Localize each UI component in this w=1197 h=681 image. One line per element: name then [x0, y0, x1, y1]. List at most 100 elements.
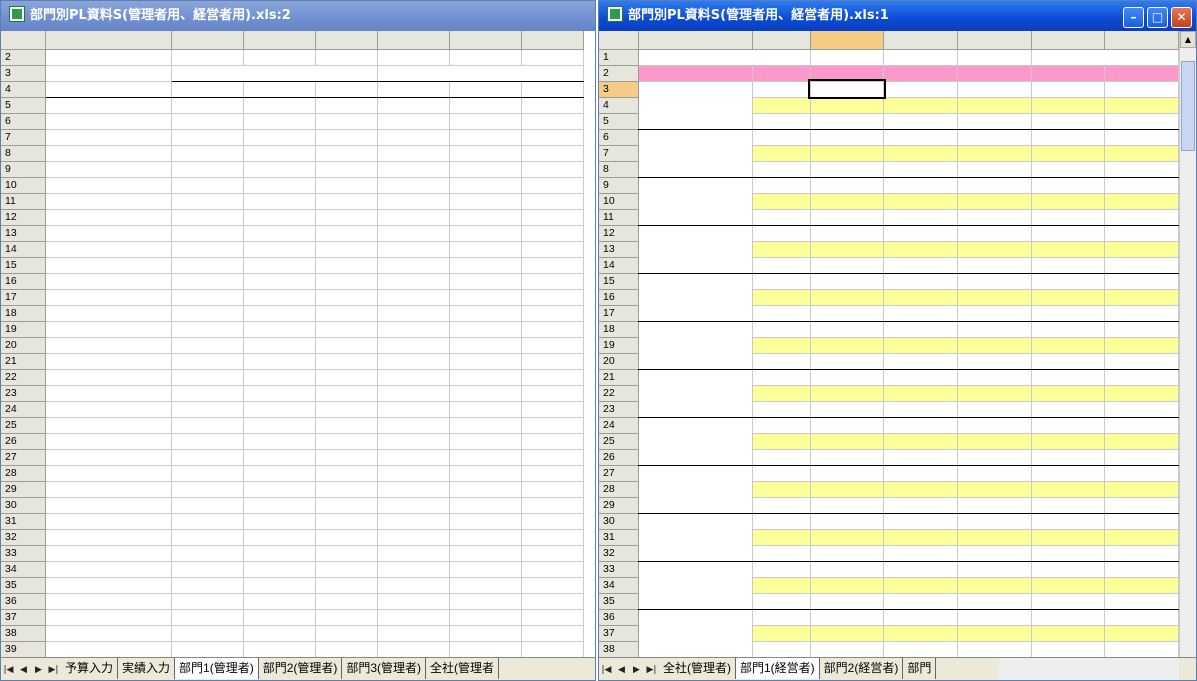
value-cell[interactable]: [315, 257, 378, 274]
metric-label-cell[interactable]: [752, 305, 811, 322]
value-cell[interactable]: [521, 97, 584, 114]
value-cell[interactable]: [1031, 209, 1106, 226]
row-header[interactable]: 13: [1, 225, 46, 242]
value-cell[interactable]: [377, 113, 450, 130]
value-cell[interactable]: [315, 497, 378, 514]
value-cell[interactable]: [957, 193, 1032, 210]
value-cell[interactable]: [957, 337, 1032, 354]
account-label-cell[interactable]: [45, 561, 172, 578]
metric-label-cell[interactable]: [752, 609, 811, 626]
row-header[interactable]: 31: [599, 529, 640, 546]
row-header[interactable]: 7: [599, 145, 640, 162]
value-cell[interactable]: [315, 385, 378, 402]
account-label-cell[interactable]: [45, 529, 172, 546]
value-cell[interactable]: [883, 193, 958, 210]
row-header[interactable]: 18: [599, 321, 640, 338]
value-cell[interactable]: [521, 145, 584, 162]
value-cell[interactable]: [377, 305, 450, 322]
value-cell[interactable]: [810, 625, 885, 642]
value-cell[interactable]: [1031, 465, 1106, 482]
value-cell[interactable]: [243, 209, 316, 226]
value-cell[interactable]: [521, 609, 584, 626]
subheader-cell[interactable]: [171, 81, 244, 98]
column-header[interactable]: [752, 31, 811, 50]
value-cell[interactable]: [243, 273, 316, 290]
row-header[interactable]: 7: [1, 129, 46, 146]
row-header[interactable]: 34: [599, 577, 640, 594]
value-cell[interactable]: [449, 113, 522, 130]
value-cell[interactable]: [1031, 417, 1106, 434]
row-header[interactable]: 33: [599, 561, 640, 578]
account-label-cell[interactable]: [45, 129, 172, 146]
row-header[interactable]: 28: [599, 481, 640, 498]
tab-prev-icon[interactable]: ◀: [16, 660, 31, 680]
value-cell[interactable]: [1031, 177, 1106, 194]
row-header[interactable]: 23: [599, 401, 640, 418]
value-cell[interactable]: [957, 417, 1032, 434]
value-cell[interactable]: [377, 593, 450, 610]
value-cell[interactable]: [1104, 273, 1179, 290]
value-cell[interactable]: [1104, 193, 1179, 210]
value-cell[interactable]: [883, 161, 958, 178]
maximize-button[interactable]: □: [1147, 7, 1168, 28]
value-cell[interactable]: [449, 497, 522, 514]
group-label-cell[interactable]: [638, 465, 753, 514]
value-cell[interactable]: [377, 513, 450, 530]
value-cell[interactable]: [449, 609, 522, 626]
row-header[interactable]: 36: [599, 609, 640, 626]
row-header[interactable]: 18: [1, 305, 46, 322]
value-cell[interactable]: [171, 305, 244, 322]
value-cell[interactable]: [171, 385, 244, 402]
value-cell[interactable]: [449, 353, 522, 370]
cell[interactable]: [883, 49, 958, 66]
metric-label-cell[interactable]: [752, 481, 811, 498]
value-cell[interactable]: [1031, 641, 1106, 658]
value-cell[interactable]: [449, 193, 522, 210]
value-cell[interactable]: [810, 433, 885, 450]
value-cell[interactable]: [449, 481, 522, 498]
value-cell[interactable]: [883, 321, 958, 338]
value-cell[interactable]: [810, 225, 885, 242]
value-cell[interactable]: [883, 497, 958, 514]
metric-label-cell[interactable]: [752, 81, 811, 98]
value-cell[interactable]: [1031, 561, 1106, 578]
value-cell[interactable]: [1031, 305, 1106, 322]
value-cell[interactable]: [171, 209, 244, 226]
value-cell[interactable]: [883, 145, 958, 162]
metric-label-cell[interactable]: [752, 385, 811, 402]
cell[interactable]: [810, 49, 885, 66]
value-cell[interactable]: [449, 289, 522, 306]
group-label-cell[interactable]: [638, 273, 753, 322]
value-cell[interactable]: [1031, 545, 1106, 562]
sheet-tab[interactable]: 部門: [903, 658, 937, 679]
row-header[interactable]: 19: [1, 321, 46, 338]
value-cell[interactable]: [243, 353, 316, 370]
cell[interactable]: [45, 49, 172, 66]
value-cell[interactable]: [957, 257, 1032, 274]
value-cell[interactable]: [449, 337, 522, 354]
value-cell[interactable]: [377, 465, 450, 482]
value-cell[interactable]: [1104, 113, 1179, 130]
value-cell[interactable]: [957, 113, 1032, 130]
account-label-cell[interactable]: [45, 193, 172, 210]
value-cell[interactable]: [315, 577, 378, 594]
row-header[interactable]: 38: [1, 625, 46, 642]
value-cell[interactable]: [808, 79, 886, 99]
value-cell[interactable]: [171, 593, 244, 610]
metric-label-cell[interactable]: [752, 209, 811, 226]
value-cell[interactable]: [315, 225, 378, 242]
value-cell[interactable]: [171, 273, 244, 290]
sheet-tab[interactable]: 部門2(経営者): [820, 658, 904, 679]
metric-label-cell[interactable]: [752, 641, 811, 658]
row-header[interactable]: 4: [1, 81, 46, 98]
value-cell[interactable]: [957, 81, 1032, 98]
value-cell[interactable]: [315, 273, 378, 290]
value-cell[interactable]: [315, 625, 378, 642]
value-cell[interactable]: [449, 433, 522, 450]
right-spreadsheet-table[interactable]: 1 2 3 4 5 6 7 8 9 10 11 12 13 14 15 16 17 18 19 20 21 22 23 24 2…: [599, 31, 1179, 658]
value-cell[interactable]: [1104, 433, 1179, 450]
value-cell[interactable]: [883, 401, 958, 418]
value-cell[interactable]: [521, 113, 584, 130]
value-cell[interactable]: [1104, 465, 1179, 482]
value-cell[interactable]: [1031, 625, 1106, 642]
